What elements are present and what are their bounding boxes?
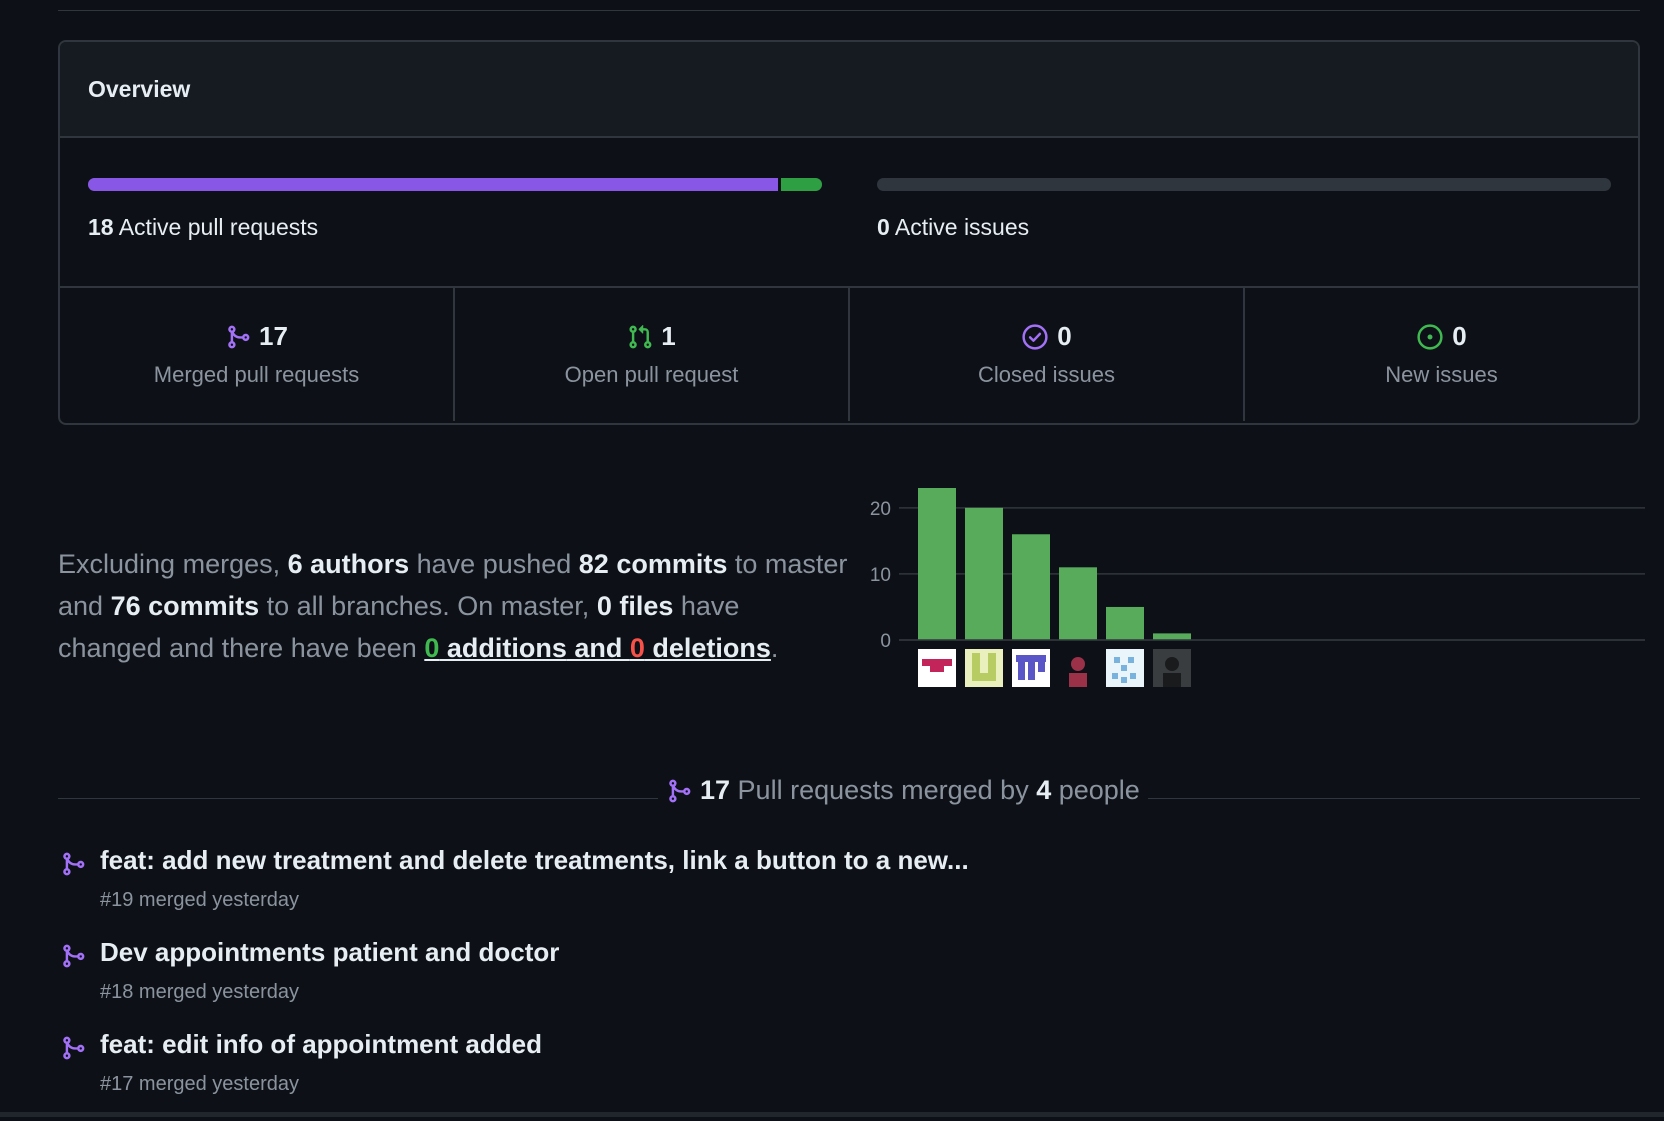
additions-label: additions [439, 633, 567, 663]
pull-request-meta: #18 merged yesterday [100, 981, 300, 1003]
active-pull-requests-count: 18 [88, 214, 114, 240]
merged-pull-requests-heading: 17 Pull requests merged by 4 people [58, 775, 1640, 811]
active-issues-caption[interactable]: 0 Active issues [877, 214, 1611, 241]
pull-request-item: Dev appointments patient and doctor #18 … [58, 937, 1640, 1029]
git-pull-request-icon [627, 324, 653, 350]
merged-pull-requests-count: 17 [259, 321, 288, 351]
active-pull-requests-label: Active pull requests [118, 214, 319, 240]
commit-summary: Excluding merges, 6 authors have pushed … [58, 543, 848, 669]
summary-text: to all branches. On master, [259, 591, 597, 621]
pull-request-item: feat: edit info of appointment added #17… [58, 1029, 1640, 1121]
active-issues[interactable]: 0 Active issues [877, 178, 1611, 241]
pull-requests-progress-bar [88, 178, 822, 191]
pull-request-title[interactable]: Dev appointments patient and doctor [100, 937, 559, 968]
merged-count: 17 [700, 775, 731, 805]
stat-open-pull-request[interactable]: 1 Open pull request [455, 288, 850, 421]
author-avatar[interactable] [1106, 649, 1144, 687]
y-tick-label: 20 [870, 499, 891, 520]
additions-count: 0 [424, 633, 440, 663]
merged-pull-requests-label: Merged pull requests [153, 362, 360, 387]
commit-bar[interactable] [1106, 606, 1144, 640]
commits-by-author-chart: 0 10 20 [870, 488, 1645, 687]
closed-issues-label: Closed issues [978, 362, 1115, 387]
master-commits-count: 82 commits [578, 549, 728, 579]
git-merge-icon [60, 943, 86, 974]
summary-period: . [770, 633, 779, 663]
pull-request-item: feat: add new treatment and delete treat… [58, 845, 1640, 937]
commit-bar[interactable] [1153, 633, 1191, 640]
merged-pull-request-list: feat: add new treatment and delete treat… [58, 845, 1640, 1121]
author-avatar[interactable] [1153, 649, 1191, 687]
merged-segment [88, 178, 779, 191]
people-count: 4 [1036, 775, 1052, 805]
pull-request-title[interactable]: feat: add new treatment and delete treat… [100, 845, 969, 876]
stat-new-issues[interactable]: 0 New issues [1245, 288, 1638, 421]
merged-heading-label: 17 Pull requests merged by 4 people [658, 775, 1148, 806]
author-avatar[interactable] [1012, 649, 1050, 687]
overview-bars: 18 Active pull requests 0 Active issues [60, 138, 1638, 288]
active-pull-requests-caption[interactable]: 18 Active pull requests [88, 214, 822, 241]
top-divider [58, 10, 1640, 11]
diff-link[interactable]: 0 additions and 0 deletions [424, 633, 771, 663]
active-issues-label: Active issues [894, 214, 1030, 240]
open-segment [781, 178, 822, 191]
files-changed-count: 0 files [596, 591, 674, 621]
git-merge-icon [225, 324, 251, 350]
overview-stats: 17 Merged pull requests 1 Open pull requ… [60, 288, 1638, 421]
commit-bar[interactable] [1059, 567, 1097, 640]
author-avatar[interactable] [965, 649, 1003, 687]
git-merge-icon [60, 851, 86, 882]
merged-heading-text: Pull requests merged by [730, 775, 1037, 805]
commit-bar[interactable] [965, 507, 1003, 640]
issue-opened-icon [1416, 323, 1444, 351]
open-pull-request-count: 1 [661, 321, 676, 351]
stat-closed-issues[interactable]: 0 Closed issues [850, 288, 1245, 421]
all-branches-commits-count: 76 commits [110, 591, 260, 621]
summary-text: Excluding merges, [58, 549, 288, 579]
summary-text: have pushed [409, 549, 579, 579]
authors-count: 6 authors [287, 549, 410, 579]
pull-request-meta: #19 merged yesterday [100, 889, 300, 911]
commit-bar[interactable] [1012, 534, 1050, 640]
git-merge-icon [60, 1035, 86, 1066]
author-avatar[interactable] [918, 649, 956, 687]
closed-issues-count: 0 [1057, 321, 1072, 351]
merged-heading-text: people [1051, 775, 1140, 805]
active-pull-requests[interactable]: 18 Active pull requests [88, 178, 822, 241]
pull-request-meta: #17 merged yesterday [100, 1073, 300, 1095]
overview-title: Overview [88, 75, 191, 102]
deletions-count: 0 [629, 633, 645, 663]
issue-closed-icon [1021, 323, 1049, 351]
author-avatar[interactable] [1059, 649, 1097, 687]
git-merge-icon [666, 778, 692, 804]
commit-bar[interactable] [918, 488, 956, 640]
issues-progress-bar [877, 178, 1611, 191]
overview-header: Overview [60, 42, 1638, 138]
new-issues-label: New issues [1385, 362, 1498, 387]
deletions-label: deletions [644, 633, 771, 663]
diff-conjunction: and [566, 633, 630, 663]
bottom-divider [0, 1112, 1664, 1117]
new-issues-count: 0 [1452, 321, 1467, 351]
y-tick-label: 10 [870, 565, 891, 586]
pull-request-title[interactable]: feat: edit info of appointment added [100, 1029, 542, 1060]
open-pull-request-label: Open pull request [564, 362, 739, 387]
y-tick-label: 0 [880, 631, 891, 652]
stat-merged-pull-requests[interactable]: 17 Merged pull requests [60, 288, 455, 421]
overview-panel: Overview 18 Active pull requests 0 Activ… [58, 40, 1640, 425]
active-issues-count: 0 [877, 214, 890, 240]
